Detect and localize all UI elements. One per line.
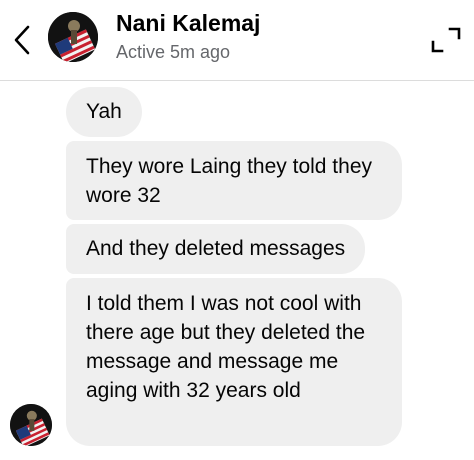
contact-avatar[interactable] bbox=[48, 12, 98, 62]
chevron-left-icon bbox=[14, 25, 30, 55]
message-text: And they deleted messages bbox=[86, 237, 346, 260]
message-text: I told them I was not cool with there ag… bbox=[86, 292, 366, 402]
message-bubble[interactable]: They wore Laing they told they wore 32 bbox=[66, 141, 402, 220]
message-bubble[interactable]: Yah bbox=[66, 87, 142, 137]
back-button[interactable] bbox=[8, 22, 36, 58]
chat-header: Nani Kalemaj Active 5m ago bbox=[0, 0, 474, 81]
flag-avatar-image bbox=[10, 404, 52, 446]
expand-button[interactable] bbox=[430, 26, 462, 54]
message-text: Yah bbox=[86, 100, 122, 123]
message-bubble[interactable]: And they deleted messages bbox=[66, 224, 366, 274]
expand-corners-icon bbox=[431, 27, 461, 53]
contact-name: Nani Kalemaj bbox=[116, 10, 261, 36]
message-text: They wore Laing they told they wore 32 bbox=[86, 155, 373, 207]
message-avatar[interactable] bbox=[10, 404, 52, 446]
active-status: Active 5m ago bbox=[116, 42, 231, 62]
flag-avatar-image bbox=[48, 12, 98, 62]
message-bubble[interactable]: I told them I was not cool with there ag… bbox=[66, 278, 402, 446]
